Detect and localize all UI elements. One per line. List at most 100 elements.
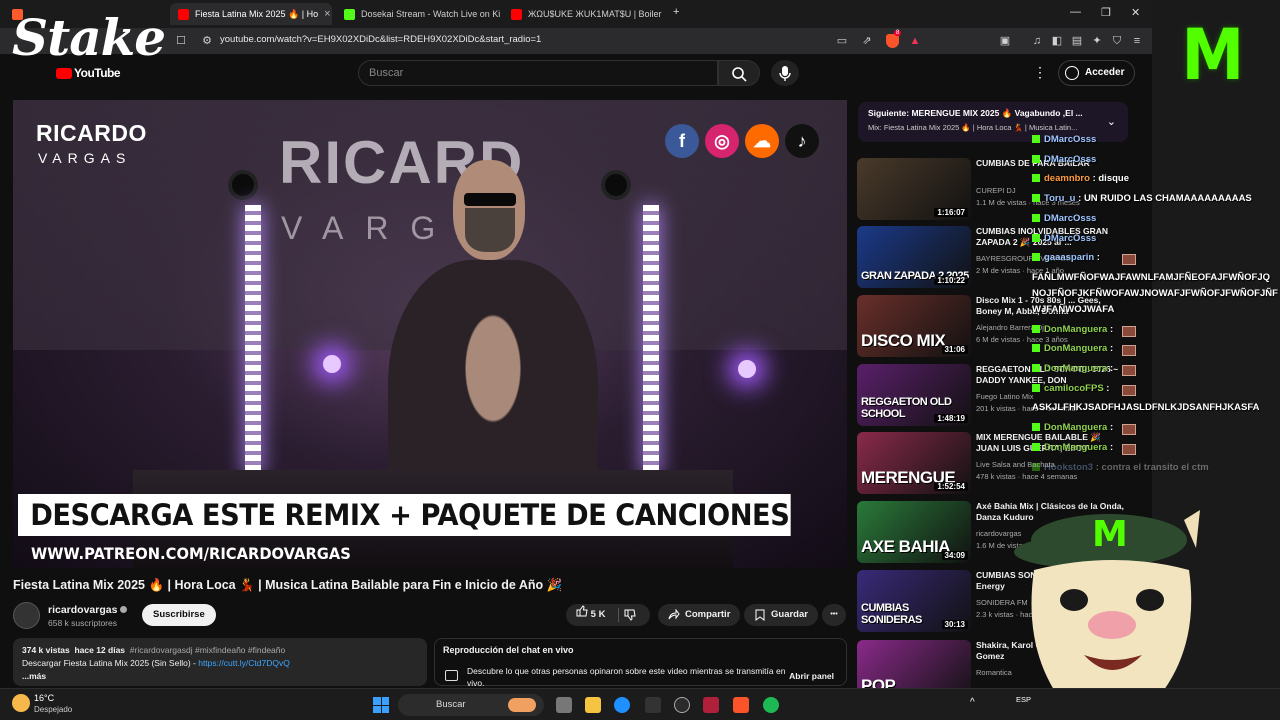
url-field[interactable]: youtube.com/watch?v=EH9X02XDiDc&list=RDE… bbox=[220, 34, 541, 45]
video-thumbnail[interactable]: AXE BAHIA 34:09 bbox=[857, 501, 971, 563]
channel-name[interactable]: Fuego Latino Mix bbox=[976, 392, 1034, 401]
site-info-icon[interactable]: ⚙ bbox=[200, 34, 214, 48]
chat-text: : bbox=[1107, 363, 1114, 374]
chat-username[interactable]: DonManguera bbox=[1044, 324, 1107, 335]
open-panel-button[interactable]: Abrir panel bbox=[789, 671, 834, 681]
subscriber-count: 658 k suscriptores bbox=[48, 618, 117, 628]
video-thumbnail[interactable]: REGGAETON OLD SCHOOL 1:48:19 bbox=[857, 364, 971, 426]
video-thumbnail[interactable]: 1:16:07 bbox=[857, 158, 971, 220]
menu-icon[interactable]: ≡ bbox=[1130, 34, 1144, 48]
chat-username[interactable]: Toru_u bbox=[1044, 193, 1076, 204]
chat-replay-text: Descubre lo que otras personas opinaron … bbox=[467, 666, 786, 688]
chat-username[interactable]: DMarcOsss bbox=[1044, 134, 1096, 145]
recommended-video[interactable]: DISCO MIX 31:06 Disco Mix 1 - 70s 80s | ..… bbox=[857, 295, 1101, 357]
chat-username[interactable]: gaaasparin bbox=[1044, 252, 1094, 263]
chat-message: DonManguera : bbox=[1032, 324, 1113, 335]
more-actions-button[interactable]: ••• bbox=[822, 604, 846, 626]
file-explorer-icon[interactable] bbox=[585, 697, 601, 713]
recommended-video[interactable]: MERENGUE 1:52:54 MIX MERENGUE BAILABLE 🎉 J… bbox=[857, 432, 1101, 494]
channel-name[interactable]: Romantica bbox=[976, 668, 1012, 677]
description-line: Descargar Fiesta Latina Mix 2025 (Sin Se… bbox=[22, 658, 199, 668]
app-icon[interactable] bbox=[703, 697, 719, 713]
settings-more-icon[interactable]: ⋮ bbox=[1033, 64, 1047, 81]
search-button[interactable] bbox=[718, 60, 760, 86]
chat-badge-icon bbox=[1032, 383, 1040, 392]
sign-in-button[interactable]: Acceder bbox=[1058, 60, 1136, 86]
spotify-icon[interactable] bbox=[763, 697, 779, 713]
chat-username[interactable]: DMarcOsss bbox=[1044, 233, 1096, 244]
video-thumbnail[interactable]: CUMBIAS SONIDERAS 30:13 bbox=[857, 570, 971, 632]
video-thumbnail[interactable]: GRAN ZAPADA 2 2025 1:10:22 bbox=[857, 226, 971, 288]
sidebar-icon[interactable]: ▣ bbox=[998, 34, 1012, 48]
app-icon[interactable] bbox=[645, 697, 661, 713]
recommended-video[interactable]: REGGAETON OLD SCHOOL 1:48:19 REGGAETON OLD… bbox=[857, 364, 1118, 426]
show-more-link[interactable]: ...más bbox=[22, 670, 418, 683]
tab-youtube[interactable]: Fiesta Latina Mix 2025 🔥 | Ho × bbox=[170, 3, 332, 25]
maximize-icon[interactable]: ❐ bbox=[1101, 6, 1111, 19]
weather-description: Despejado bbox=[34, 705, 73, 714]
share-icon[interactable]: ⇗ bbox=[860, 34, 874, 48]
panel-icon[interactable]: ◧ bbox=[1050, 34, 1064, 48]
download-link[interactable]: https://cutt.ly/Ctd7DQvQ bbox=[198, 658, 290, 668]
social-icons: f ◎ ☁ ♪ bbox=[665, 124, 819, 158]
hashtags[interactable]: #ricardovargasdj #mixfindeaño #findeaño bbox=[130, 645, 285, 655]
leo-icon[interactable]: ✦ bbox=[1090, 34, 1104, 48]
tab-kick[interactable]: Dosekai Stream - Watch Live on Kick bbox=[336, 3, 500, 25]
chat-username[interactable]: deamnbro bbox=[1044, 173, 1090, 184]
save-button[interactable]: Guardar bbox=[744, 604, 818, 626]
recommended-video[interactable]: CUMBIAS SONIDERAS30:13CUMBIAS SONIDERAS … bbox=[857, 570, 1111, 632]
cast-icon[interactable]: ▭ bbox=[835, 34, 849, 48]
chat-username[interactable]: DonManguera bbox=[1044, 363, 1107, 374]
chat-username[interactable]: DonManguera bbox=[1044, 442, 1107, 453]
bookmark-icon[interactable]: ☐ bbox=[174, 34, 188, 48]
close-tab-icon[interactable]: × bbox=[324, 8, 330, 20]
youtube-logo[interactable]: YouTube bbox=[56, 66, 121, 80]
chat-username[interactable]: DonManguera bbox=[1044, 343, 1107, 354]
task-view-icon[interactable] bbox=[556, 697, 572, 713]
music-icon[interactable]: ♫ bbox=[1030, 34, 1044, 48]
channel-avatar[interactable] bbox=[13, 602, 40, 629]
share-button[interactable]: Compartir bbox=[658, 604, 741, 626]
chat-username[interactable]: Hookston3 bbox=[1044, 462, 1093, 473]
video-thumbnail[interactable]: MERENGUE 1:52:54 bbox=[857, 432, 971, 494]
obs-icon[interactable] bbox=[674, 697, 690, 713]
voice-search-button[interactable] bbox=[771, 60, 799, 86]
edge-icon[interactable] bbox=[614, 697, 630, 713]
video-thumbnail[interactable]: DISCO MIX 31:06 bbox=[857, 295, 971, 357]
search-highlight-icon bbox=[508, 698, 536, 712]
video-player[interactable]: RICARD VARGAS RICARDO VARGAS f ◎ ☁ ♪ DES… bbox=[13, 100, 847, 568]
bookmark-save-icon bbox=[755, 609, 765, 621]
brave-shields-icon[interactable] bbox=[886, 34, 899, 48]
recommended-video[interactable]: AXE BAHIA 34:09 Axé Bahia Mix | Clásicos d… bbox=[857, 501, 1124, 563]
language-indicator[interactable]: ESP bbox=[1016, 695, 1031, 704]
chat-username[interactable]: DMarcOsss bbox=[1044, 213, 1096, 224]
recommended-video[interactable]: 1:16:07 CUMBIAS DE PARA BAILAR CUREPI DJ 1.… bbox=[857, 158, 1090, 220]
description-box[interactable]: 374 k vistas hace 12 días #ricardovargas… bbox=[13, 638, 427, 686]
chat-username[interactable]: DMarcOsss bbox=[1044, 154, 1096, 165]
tab-label: ЖΩU$UKE ЖUK1MAT$U | Boiler Room bbox=[528, 9, 663, 19]
weather-sun-icon[interactable] bbox=[12, 694, 30, 712]
chat-text: : bbox=[1094, 252, 1100, 264]
wallet-icon[interactable]: ▤ bbox=[1070, 34, 1084, 48]
tray-chevron-icon[interactable]: ^ bbox=[970, 697, 975, 708]
rewards-icon[interactable]: ▲ bbox=[908, 34, 922, 48]
taskbar-search[interactable]: Buscar bbox=[398, 694, 544, 716]
chat-username[interactable]: DonManguera bbox=[1044, 422, 1107, 433]
recommended-video[interactable]: GRAN ZAPADA 2 2025 1:10:22 CUMBIAS INOLVID… bbox=[857, 226, 1108, 288]
subscribe-button[interactable]: Suscribirse bbox=[142, 604, 216, 626]
chevron-down-icon[interactable]: ⌄ bbox=[1107, 115, 1116, 128]
tab-boiler-room[interactable]: ЖΩU$UKE ЖUK1MAT$U | Boiler Room bbox=[503, 3, 663, 25]
chat-icon bbox=[445, 670, 458, 681]
like-button[interactable]: 5 K bbox=[576, 604, 605, 626]
close-window-icon[interactable]: ✕ bbox=[1131, 6, 1140, 19]
brave-icon[interactable] bbox=[733, 697, 749, 713]
search-input[interactable]: Buscar bbox=[358, 60, 718, 86]
channel-name[interactable]: CUREPI DJ bbox=[976, 186, 1016, 195]
thumbs-down-icon[interactable] bbox=[624, 609, 637, 621]
chat-username[interactable]: camilocoFPS bbox=[1044, 383, 1104, 394]
minimize-icon[interactable]: — bbox=[1070, 6, 1081, 18]
vpn-icon[interactable]: ⛉ bbox=[1110, 34, 1124, 48]
windows-start-icon[interactable] bbox=[373, 697, 389, 713]
new-tab-button[interactable]: + bbox=[673, 6, 679, 18]
channel-name[interactable]: ricardovargas bbox=[48, 604, 128, 616]
